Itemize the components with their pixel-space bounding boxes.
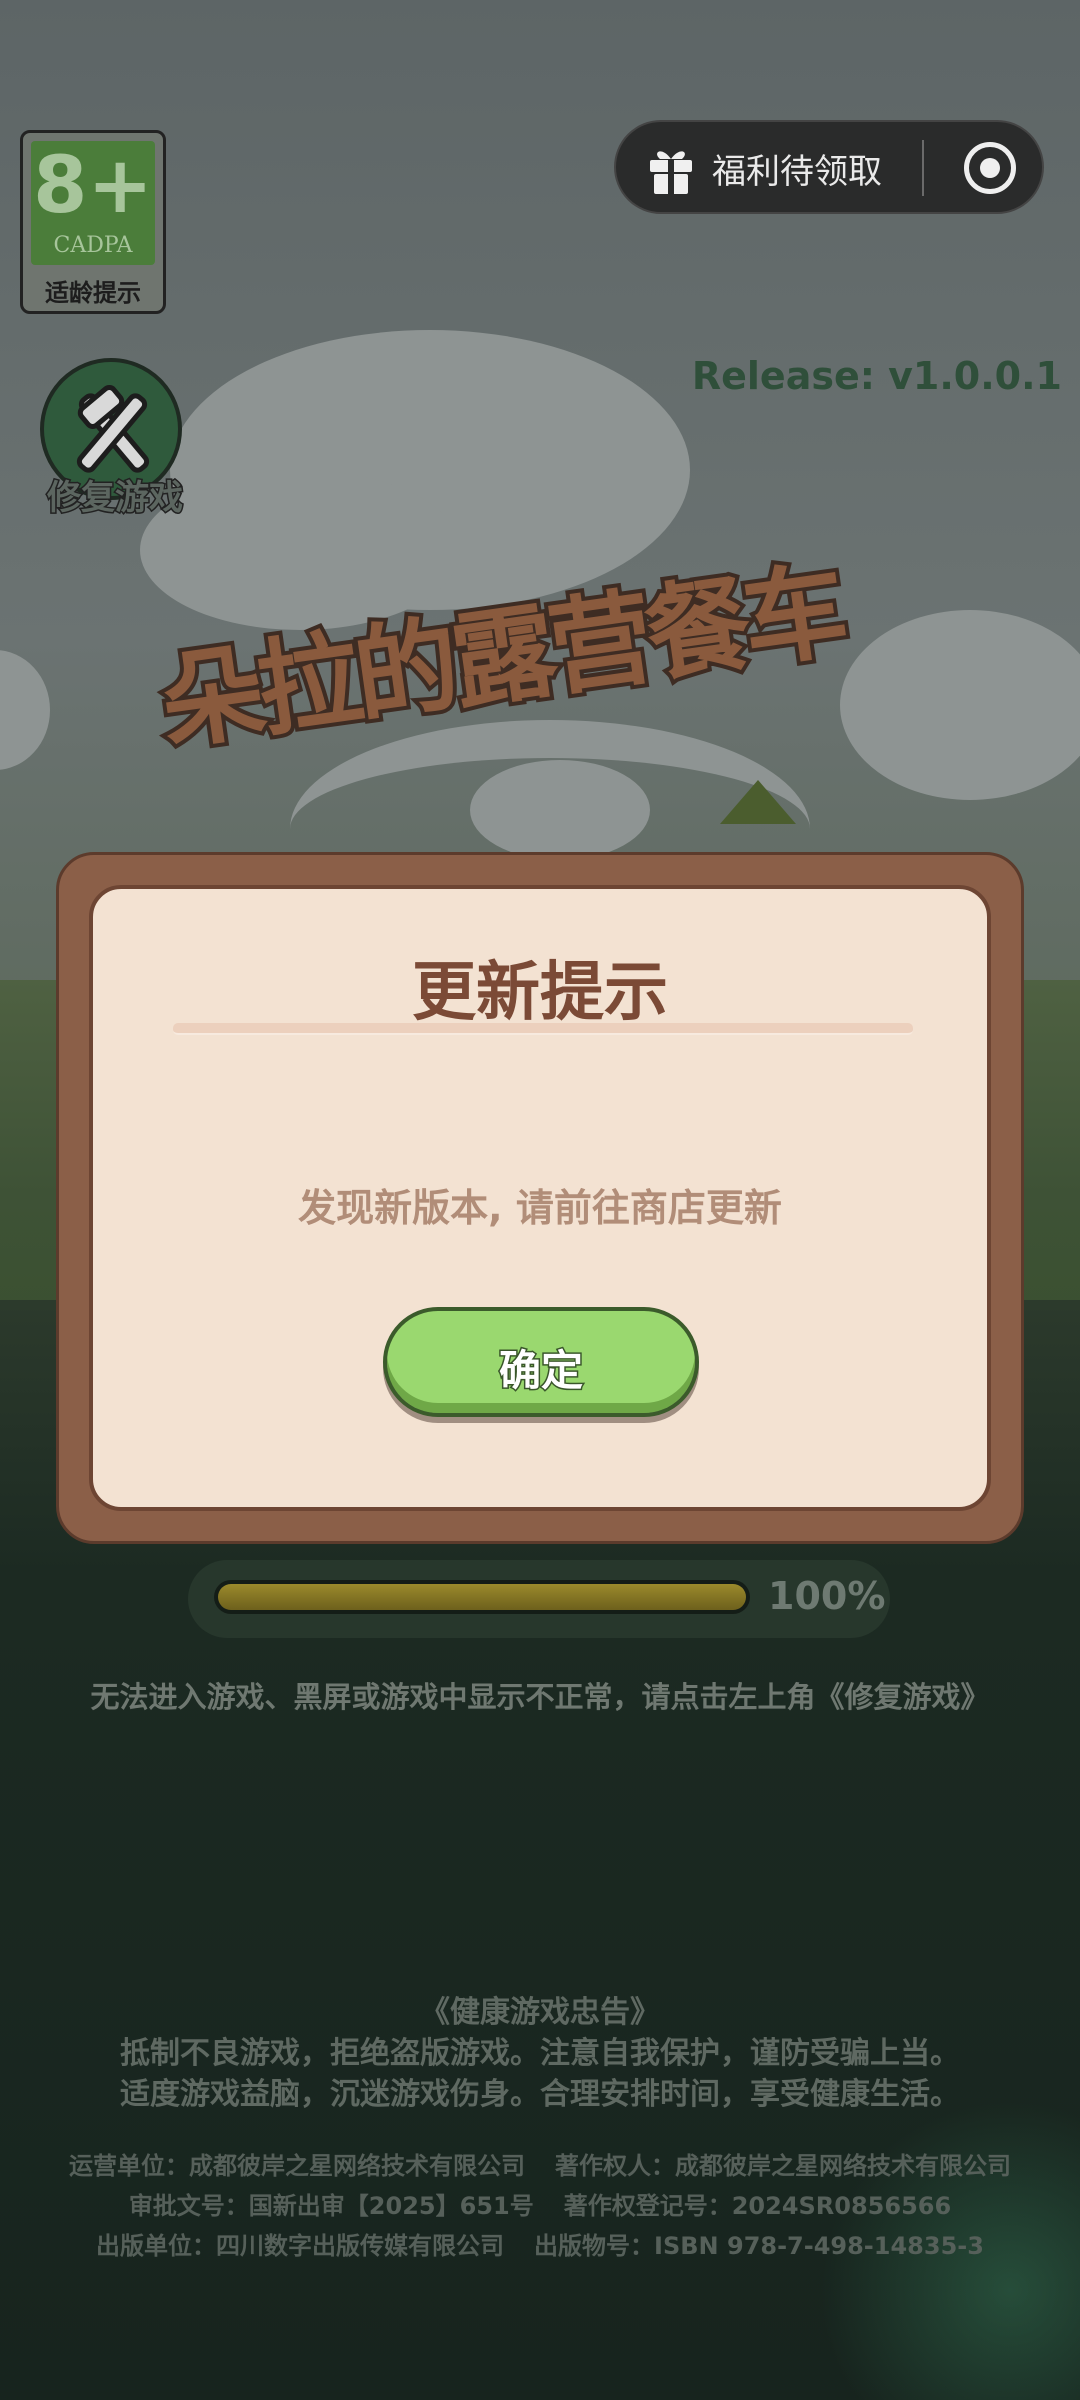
health-advice: 《健康游戏忠告》 抵制不良游戏，拒绝盗版游戏。注意自我保护，谨防受骗上当。 适度…	[0, 1992, 1080, 2115]
copyright-reg-text: 著作权登记号：2024SR0856566	[563, 2192, 952, 2220]
update-dialog: 更新提示 发现新版本, 请前往商店更新 确定	[56, 852, 1024, 1544]
health-advice-line: 适度游戏益脑，沉迷游戏伤身。合理安排时间，享受健康生活。	[120, 2077, 960, 2112]
dialog-title: 更新提示	[412, 956, 668, 1030]
info-row: 审批文号：国新出审【2025】651号 著作权登记号：2024SR0856566	[0, 2186, 1080, 2226]
progress-track	[214, 1580, 750, 1614]
confirm-button[interactable]: 确定	[383, 1307, 699, 1417]
age-rating-panel: 8+ CADPA	[31, 141, 155, 265]
approval-text: 审批文号：国新出审【2025】651号	[128, 2192, 534, 2220]
info-row: 运营单位：成都彼岸之星网络技术有限公司 著作权人：成都彼岸之星网络技术有限公司	[0, 2146, 1080, 2186]
record-dot	[980, 158, 1000, 178]
isbn-text: 出版物号：ISBN 978-7-498-14835-3	[534, 2232, 984, 2260]
progress-label: 100%	[768, 1574, 886, 1618]
tent-icon	[720, 780, 796, 824]
update-dialog-panel: 更新提示 发现新版本, 请前往商店更新 确定	[89, 885, 991, 1511]
release-version: Release: v1.0.0.1	[691, 354, 1062, 398]
age-rating-badge[interactable]: 8+ CADPA 适龄提示	[20, 130, 166, 314]
age-rating-number: 8+	[33, 141, 153, 231]
dialog-divider	[173, 1023, 913, 1035]
mini-program-capsule: 福利待领取	[614, 120, 1044, 214]
gift-icon[interactable]	[646, 144, 696, 200]
operator-text: 运营单位：成都彼岸之星网络技术有限公司	[69, 2152, 525, 2180]
dialog-message: 发现新版本, 请前往商店更新	[298, 1186, 782, 1230]
publisher-text: 出版单位：四川数字出版传媒有限公司	[96, 2232, 505, 2260]
copyright-owner-text: 著作权人：成都彼岸之星网络技术有限公司	[555, 2152, 1011, 2180]
publishing-info: 运营单位：成都彼岸之星网络技术有限公司 著作权人：成都彼岸之星网络技术有限公司 审…	[0, 2146, 1080, 2266]
age-rating-org: CADPA	[53, 233, 133, 258]
health-advice-title: 《健康游戏忠告》	[420, 1995, 660, 2030]
loading-progress: 100%	[188, 1560, 890, 1638]
health-advice-line: 抵制不良游戏，拒绝盗版游戏。注意自我保护，谨防受骗上当。	[120, 2036, 960, 2071]
repair-game-button[interactable]: 修复游戏	[30, 358, 200, 528]
progress-fill	[218, 1584, 746, 1610]
confirm-button-label: 确定	[497, 1345, 584, 1397]
record-icon[interactable]	[964, 142, 1016, 194]
welfare-pending-label[interactable]: 福利待领取	[712, 144, 882, 193]
repair-hint: 无法进入游戏、黑屏或游戏中显示不正常，请点击左上角《修复游戏》	[90, 1680, 990, 1714]
repair-game-label: 修复游戏	[46, 477, 185, 520]
info-row: 出版单位：四川数字出版传媒有限公司 出版物号：ISBN 978-7-498-148…	[0, 2226, 1080, 2266]
capsule-divider	[922, 140, 924, 196]
game-logo: 朵拉的露营餐车	[120, 545, 960, 860]
age-rating-label: 适龄提示	[45, 279, 141, 307]
